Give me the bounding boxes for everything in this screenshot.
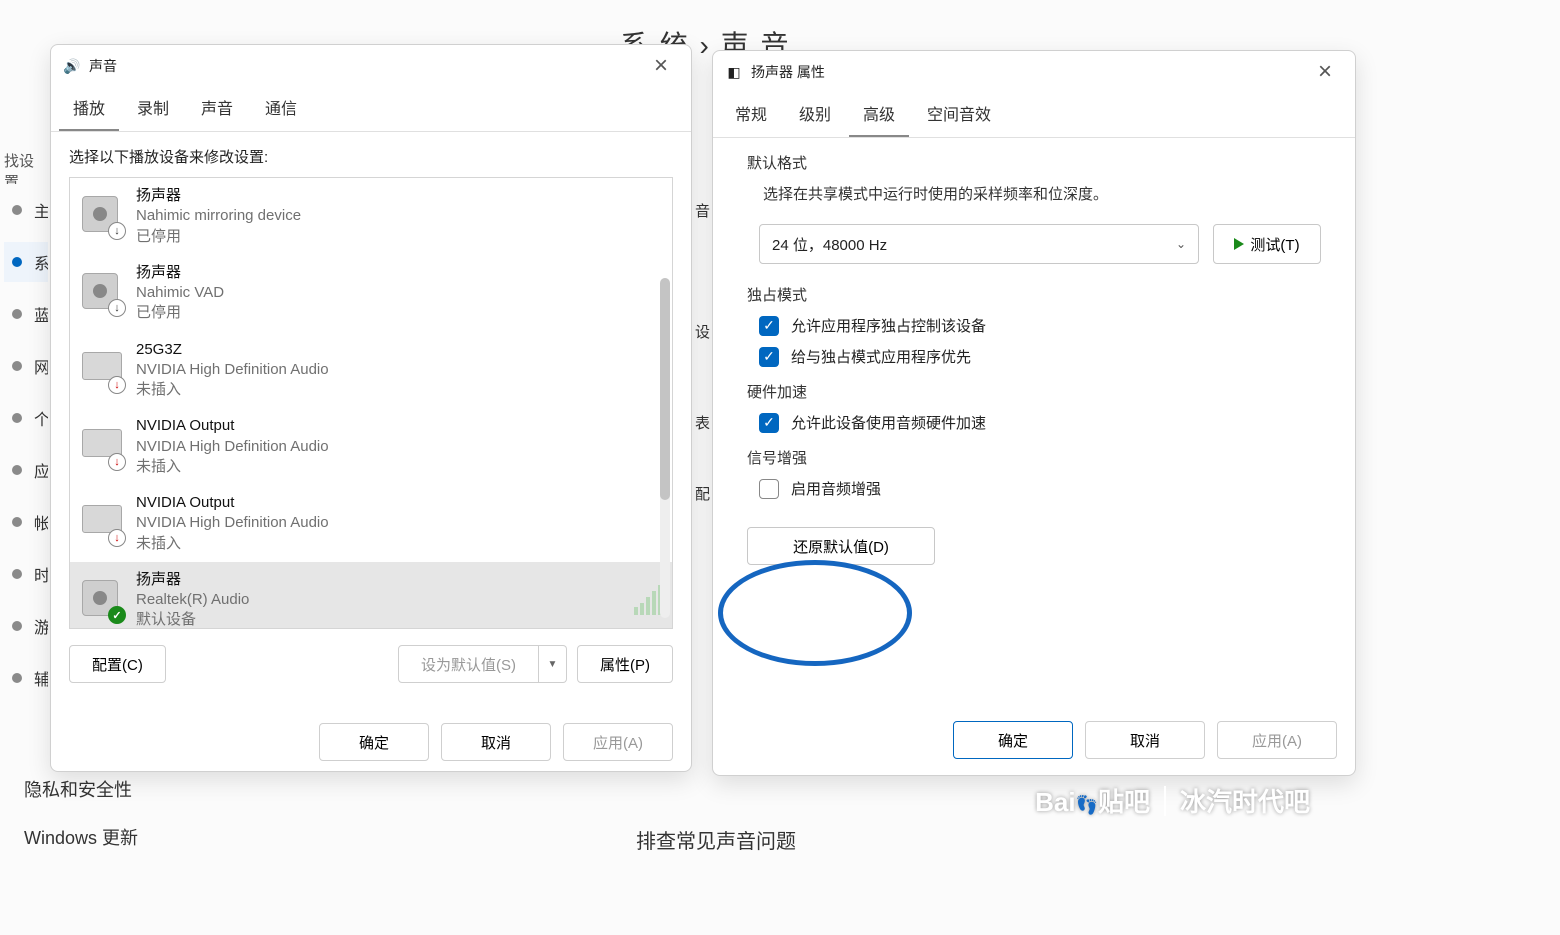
- tab-spatial[interactable]: 空间音效: [913, 93, 1005, 137]
- cancel-button[interactable]: 取消: [1085, 721, 1205, 759]
- hw-accel-title: 硬件加速: [747, 381, 1321, 402]
- default-format-desc: 选择在共享模式中运行时使用的采样频率和位深度。: [763, 183, 1321, 204]
- enable-audio-enhance-checkbox[interactable]: 启用音频增强: [759, 478, 1321, 499]
- level-meter-icon: [634, 585, 662, 615]
- play-icon: [1234, 238, 1244, 250]
- monitor-icon: ↓: [80, 425, 124, 469]
- sidebar-item[interactable]: 时: [4, 554, 48, 594]
- close-button[interactable]: ×: [643, 48, 679, 84]
- checkbox-unchecked-icon: [759, 479, 779, 499]
- device-row[interactable]: ↓ 25G3Z NVIDIA High Definition Audio 未插入: [70, 332, 672, 409]
- checkbox-checked-icon: ✓: [759, 347, 779, 367]
- tab-advanced[interactable]: 高级: [849, 93, 909, 137]
- watermark-forum: 冰汽时代吧: [1180, 782, 1310, 819]
- restore-defaults-button[interactable]: 还原默认值(D): [747, 527, 935, 565]
- exclusive-priority-checkbox[interactable]: ✓ 给与独占模式应用程序优先: [759, 346, 1321, 367]
- monitor-icon: ↓: [80, 501, 124, 545]
- sidebar-update[interactable]: Windows 更新: [24, 824, 138, 850]
- dialog-title: 声音: [89, 56, 117, 76]
- signal-enhance-title: 信号增强: [747, 447, 1321, 468]
- tab-sounds[interactable]: 声音: [187, 87, 247, 131]
- ok-button[interactable]: 确定: [953, 721, 1073, 759]
- sidebar-item[interactable]: 蓝: [4, 294, 48, 334]
- chevron-down-icon: ⌄: [1176, 237, 1186, 251]
- device-row[interactable]: ↓ 扬声器 Nahimic mirroring device 已停用: [70, 178, 672, 255]
- apply-button[interactable]: 应用(A): [563, 723, 673, 761]
- properties-button[interactable]: 属性(P): [577, 645, 673, 683]
- apply-button[interactable]: 应用(A): [1217, 721, 1337, 759]
- sound-icon: 🔊: [63, 57, 81, 75]
- tab-levels[interactable]: 级别: [785, 93, 845, 137]
- sound-tabs: 播放 录制 声音 通信: [51, 87, 691, 132]
- search-input-clipped[interactable]: 找设置: [4, 150, 44, 184]
- watermark: Bai👣贴吧 冰汽时代吧: [1035, 782, 1310, 819]
- tab-general[interactable]: 常规: [721, 93, 781, 137]
- hw-accel-checkbox[interactable]: ✓ 允许此设备使用音频硬件加速: [759, 412, 1321, 433]
- monitor-icon: ↓: [80, 348, 124, 392]
- speaker-icon: ◧: [725, 63, 743, 81]
- checkbox-checked-icon: ✓: [759, 316, 779, 336]
- close-button[interactable]: ×: [1307, 54, 1343, 90]
- test-button[interactable]: 测试(T): [1213, 224, 1321, 264]
- dialog-titlebar: 🔊 声音 ×: [51, 45, 691, 87]
- speaker-icon: ↓: [80, 194, 124, 238]
- bg-right-hints: 音 设 表 配: [695, 200, 710, 504]
- watermark-brand: Bai👣贴吧: [1035, 782, 1150, 819]
- sidebar-privacy[interactable]: 隐私和安全性: [24, 776, 132, 802]
- device-row[interactable]: ↓ NVIDIA Output NVIDIA High Definition A…: [70, 408, 672, 485]
- device-list[interactable]: ↓ 扬声器 Nahimic mirroring device 已停用 ↓ 扬声器…: [69, 177, 673, 629]
- settings-sidebar: 主 系 蓝 网 个 应 帐 时 游 辅: [0, 190, 48, 698]
- exclusive-allow-checkbox[interactable]: ✓ 允许应用程序独占控制该设备: [759, 315, 1321, 336]
- instruction-text: 选择以下播放设备来修改设置:: [51, 132, 691, 177]
- speaker-icon: ✓: [80, 578, 124, 622]
- props-tabs: 常规 级别 高级 空间音效: [713, 93, 1355, 138]
- sound-dialog: 🔊 声音 × 播放 录制 声音 通信 选择以下播放设备来修改设置: ↓ 扬声器 …: [50, 44, 692, 772]
- tab-recording[interactable]: 录制: [123, 87, 183, 131]
- checkbox-checked-icon: ✓: [759, 413, 779, 433]
- sidebar-item[interactable]: 网: [4, 346, 48, 386]
- speaker-icon: ↓: [80, 271, 124, 315]
- device-row-selected[interactable]: ✓ 扬声器 Realtek(R) Audio 默认设备: [70, 562, 672, 629]
- configure-button[interactable]: 配置(C): [69, 645, 166, 683]
- device-row[interactable]: ↓ 扬声器 Nahimic VAD 已停用: [70, 255, 672, 332]
- speaker-properties-dialog: ◧ 扬声器 属性 × 常规 级别 高级 空间音效 默认格式 选择在共享模式中运行…: [712, 50, 1356, 776]
- troubleshoot-sound-label: 排查常见声音问题: [636, 825, 796, 854]
- default-format-title: 默认格式: [747, 152, 1321, 173]
- exclusive-mode-title: 独占模式: [747, 284, 1321, 305]
- ok-button[interactable]: 确定: [319, 723, 429, 761]
- scrollbar-thumb[interactable]: [660, 278, 670, 500]
- cancel-button[interactable]: 取消: [441, 723, 551, 761]
- sidebar-item[interactable]: 应: [4, 450, 48, 490]
- sidebar-item[interactable]: 游: [4, 606, 48, 646]
- set-default-dropdown[interactable]: ▼: [539, 645, 567, 683]
- dialog-titlebar: ◧ 扬声器 属性 ×: [713, 51, 1355, 93]
- tab-playback[interactable]: 播放: [59, 87, 119, 131]
- dialog-title: 扬声器 属性: [751, 62, 825, 82]
- sidebar-item[interactable]: 帐: [4, 502, 48, 542]
- tab-communications[interactable]: 通信: [251, 87, 311, 131]
- format-select[interactable]: 24 位，48000 Hz ⌄: [759, 224, 1199, 264]
- sidebar-item[interactable]: 主: [4, 190, 48, 230]
- sidebar-item[interactable]: 辅: [4, 658, 48, 698]
- device-row[interactable]: ↓ NVIDIA Output NVIDIA High Definition A…: [70, 485, 672, 562]
- set-default-button[interactable]: 设为默认值(S): [398, 645, 539, 683]
- sidebar-item[interactable]: 系: [4, 242, 48, 282]
- sidebar-item[interactable]: 个: [4, 398, 48, 438]
